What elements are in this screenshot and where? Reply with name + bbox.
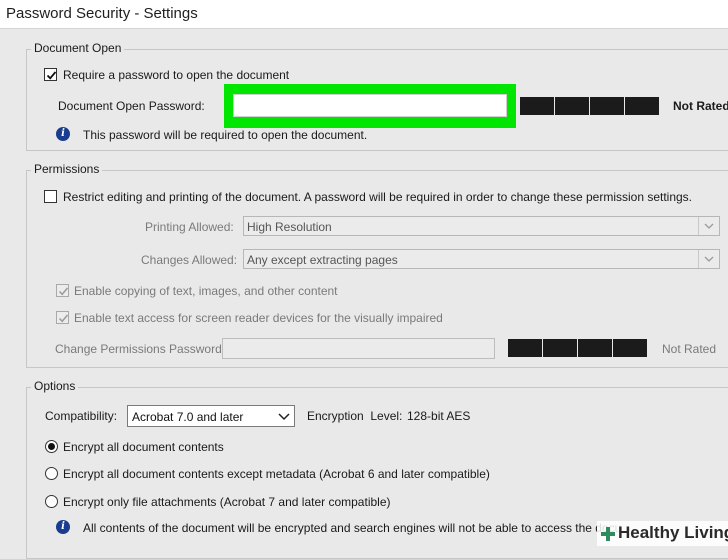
strength-segment [590,97,624,115]
watermark: Healthy Living [597,521,728,546]
require-password-label[interactable]: Require a password to open the document [63,68,289,82]
info-icon: i [56,127,70,141]
printing-allowed-value: High Resolution [247,220,332,234]
require-password-checkbox[interactable] [44,68,57,81]
change-permissions-password-label: Change Permissions Password: [55,342,226,356]
encrypt-all-radio[interactable] [45,440,58,453]
restrict-editing-checkbox[interactable] [44,190,57,203]
encryption-level-value: 128-bit AES [407,409,471,423]
strength-segment [578,339,612,357]
compatibility-label: Compatibility: [45,409,118,423]
compatibility-value: Acrobat 7.0 and later [132,410,244,424]
password-strength-meter [520,97,659,115]
window-title: Password Security - Settings [6,5,198,22]
encrypt-all-label[interactable]: Encrypt all document contents [63,440,224,454]
encrypt-attachments-label[interactable]: Encrypt only file attachments (Acrobat 7… [63,495,391,509]
screen-reader-checkbox[interactable] [56,311,69,324]
strength-segment [625,97,659,115]
document-open-password-label: Document Open Password: [58,99,205,113]
title-bar: Password Security - Settings [0,0,728,29]
document-open-password-input[interactable] [233,94,507,117]
strength-segment [555,97,589,115]
encrypt-attachments-radio[interactable] [45,495,58,508]
restrict-editing-label[interactable]: Restrict editing and printing of the doc… [63,190,692,204]
options-info-text: All contents of the document will be enc… [83,521,622,535]
changes-allowed-select[interactable]: Any except extracting pages [243,249,720,269]
plus-icon [601,527,615,541]
printing-allowed-select[interactable]: High Resolution [243,216,720,236]
strength-segment [520,97,554,115]
permissions-strength-label: Not Rated [662,342,717,356]
document-open-info-text: This password will be required to open t… [83,128,368,142]
change-permissions-password-input[interactable] [222,338,495,359]
changes-allowed-label: Changes Allowed: [141,253,238,267]
permissions-strength-meter [508,339,647,357]
enable-copying-checkbox[interactable] [56,284,69,297]
printing-allowed-label: Printing Allowed: [145,220,234,234]
chevron-down-icon [698,217,719,235]
chevron-down-icon [274,406,294,426]
chevron-down-icon [698,250,719,268]
strength-segment [613,339,647,357]
password-strength-label: Not Rated [673,99,728,113]
permissions-legend: Permissions [31,162,103,176]
screen-reader-label[interactable]: Enable text access for screen reader dev… [74,311,443,325]
watermark-text: Healthy Living [618,523,728,542]
document-open-legend: Document Open [31,41,125,55]
encrypt-except-metadata-label[interactable]: Encrypt all document contents except met… [63,467,490,481]
encrypt-except-metadata-radio[interactable] [45,467,58,480]
info-icon: i [56,520,70,534]
options-legend: Options [31,379,79,393]
encryption-level-label: Encryption Level: [307,409,403,423]
compatibility-dropdown[interactable]: Acrobat 7.0 and later [127,405,295,427]
enable-copying-label[interactable]: Enable copying of text, images, and othe… [74,284,338,298]
strength-segment [508,339,542,357]
strength-segment [543,339,577,357]
changes-allowed-value: Any except extracting pages [247,253,398,267]
